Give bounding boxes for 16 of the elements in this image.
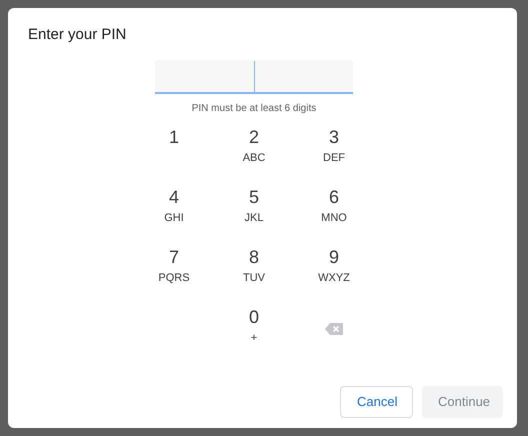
backspace-icon: [325, 323, 343, 335]
keypad-key[interactable]: 8 TUV: [214, 239, 294, 299]
keypad-key[interactable]: 3 DEF: [294, 119, 374, 179]
keypad-key[interactable]: 6 MNO: [294, 179, 374, 239]
keypad-key[interactable]: 5 JKL: [214, 179, 294, 239]
cancel-button[interactable]: Cancel: [340, 386, 413, 418]
pin-hint: PIN must be at least 6 digits: [192, 102, 316, 116]
keypad-key[interactable]: 7 PQRS: [134, 239, 214, 299]
keypad-key[interactable]: 0 +: [214, 299, 294, 359]
keypad-key[interactable]: 4 GHI: [134, 179, 214, 239]
keypad-key[interactable]: 9 WXYZ: [294, 239, 374, 299]
keypad-key[interactable]: 1: [134, 119, 214, 179]
dialog-title: Enter your PIN: [28, 25, 128, 45]
pin-field[interactable]: [155, 60, 353, 94]
keypad-key[interactable]: 2 ABC: [214, 119, 294, 179]
backspace-button[interactable]: [325, 323, 343, 335]
